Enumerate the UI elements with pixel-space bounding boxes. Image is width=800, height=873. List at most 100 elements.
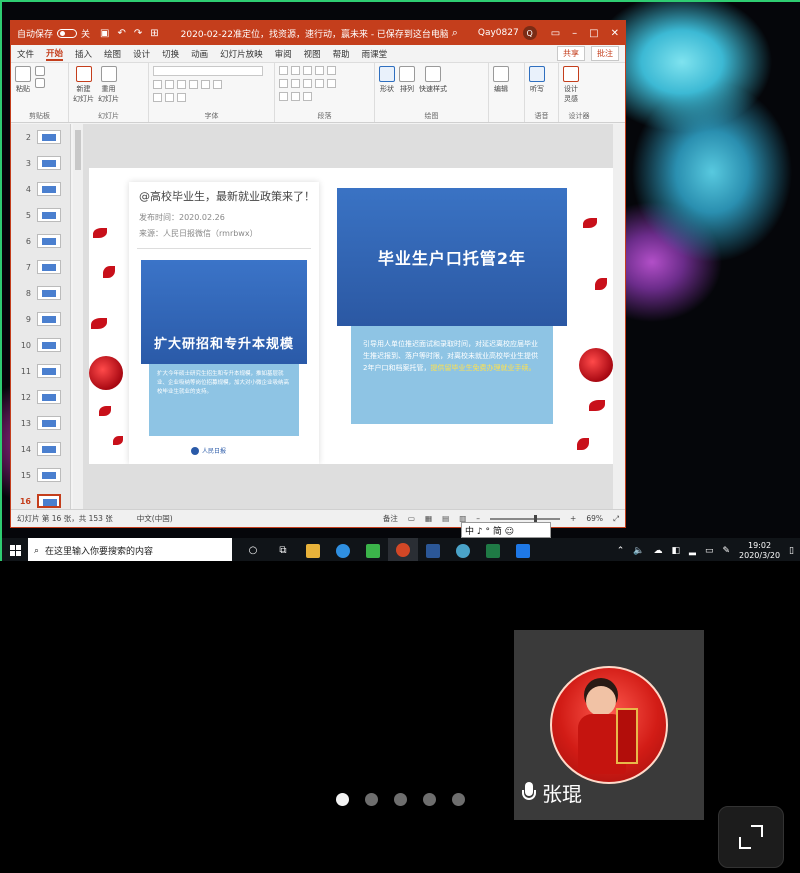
file-explorer-icon[interactable] bbox=[298, 538, 328, 561]
comments-button[interactable]: 批注 bbox=[591, 46, 619, 61]
share-button[interactable]: 共享 bbox=[557, 46, 585, 61]
tab-insert[interactable]: 插入 bbox=[75, 48, 92, 60]
tab-rainclassroom[interactable]: 雨课堂 bbox=[362, 48, 388, 60]
bullets-button[interactable] bbox=[279, 66, 288, 75]
page-dot[interactable] bbox=[423, 793, 436, 806]
slide-scrollbar[interactable] bbox=[613, 124, 625, 509]
task-view-icon[interactable]: ⧉ bbox=[268, 538, 298, 561]
page-dot[interactable] bbox=[365, 793, 378, 806]
highlight-button[interactable] bbox=[165, 93, 174, 102]
cut-icon[interactable] bbox=[35, 66, 45, 76]
slide-thumbnail[interactable]: 11 bbox=[11, 358, 70, 384]
arrange-button[interactable]: 排列 bbox=[399, 66, 415, 94]
undo-icon[interactable]: ↶ bbox=[117, 28, 125, 39]
align-right-button[interactable] bbox=[303, 79, 312, 88]
increase-indent-button[interactable] bbox=[315, 66, 324, 75]
spacing-button[interactable] bbox=[213, 80, 222, 89]
clock[interactable]: 19:02 2020/3/20 bbox=[739, 541, 780, 561]
page-dot[interactable] bbox=[452, 793, 465, 806]
tab-file[interactable]: 文件 bbox=[17, 48, 34, 60]
slide-thumbnail[interactable]: 3 bbox=[11, 150, 70, 176]
zoom-level[interactable]: 69% bbox=[586, 514, 603, 523]
slide-thumbnail[interactable]: 15 bbox=[11, 462, 70, 488]
thumbnail-scrollbar[interactable] bbox=[73, 124, 83, 509]
bold-button[interactable] bbox=[153, 80, 162, 89]
zoom-slider[interactable] bbox=[490, 514, 561, 523]
slide-thumbnail[interactable]: 2 bbox=[11, 124, 70, 150]
slide-thumbnail[interactable]: 12 bbox=[11, 384, 70, 410]
copy-icon[interactable] bbox=[35, 78, 45, 88]
account-area[interactable]: Qay0827 Q bbox=[478, 26, 537, 40]
start-button[interactable] bbox=[2, 545, 28, 556]
present-icon[interactable]: ⊞ bbox=[150, 28, 158, 39]
page-dot[interactable] bbox=[336, 793, 349, 806]
editing-button[interactable]: 编辑 bbox=[493, 66, 509, 94]
slide-thumbnail[interactable]: 5 bbox=[11, 202, 70, 228]
font-color-button[interactable] bbox=[153, 93, 162, 102]
quick-styles-button[interactable]: 快速样式 bbox=[419, 66, 447, 94]
redo-icon[interactable]: ↷ bbox=[134, 28, 142, 39]
excel-icon[interactable] bbox=[478, 538, 508, 561]
battery-icon[interactable]: ▭ bbox=[705, 546, 714, 556]
zoom-in-icon[interactable]: + bbox=[570, 514, 576, 523]
tab-animations[interactable]: 动画 bbox=[191, 48, 208, 60]
slide-thumbnail[interactable]: 16 bbox=[11, 488, 70, 509]
participant-tile[interactable]: 张琨 bbox=[514, 630, 704, 820]
slide-thumbnail[interactable]: 7 bbox=[11, 254, 70, 280]
line-spacing-button[interactable] bbox=[327, 66, 336, 75]
slide-thumbnail[interactable]: 10 bbox=[11, 332, 70, 358]
dictate-button[interactable]: 听写 bbox=[529, 66, 545, 94]
slide-thumbnail[interactable]: 8 bbox=[11, 280, 70, 306]
wechat-icon[interactable] bbox=[358, 538, 388, 561]
tab-draw[interactable]: 绘图 bbox=[104, 48, 121, 60]
slide-thumbnail-pane[interactable]: 234567891011121314151617 bbox=[11, 124, 71, 509]
sorter-view-icon[interactable]: ▦ bbox=[425, 514, 432, 523]
text-effect-button[interactable] bbox=[177, 93, 186, 102]
slide-thumbnail[interactable]: 4 bbox=[11, 176, 70, 202]
tencent-meeting-icon[interactable] bbox=[508, 538, 538, 561]
slide-thumbnail[interactable]: 13 bbox=[11, 410, 70, 436]
normal-view-icon[interactable]: ▭ bbox=[408, 514, 415, 523]
strikethrough-button[interactable] bbox=[189, 80, 198, 89]
volume-icon[interactable]: 🔈 bbox=[633, 546, 644, 556]
pen-icon[interactable]: ✎ bbox=[722, 546, 730, 556]
network-icon[interactable]: ▂ bbox=[689, 546, 696, 556]
tab-transitions[interactable]: 切换 bbox=[162, 48, 179, 60]
maximize-icon[interactable]: □ bbox=[589, 28, 598, 39]
decrease-indent-button[interactable] bbox=[303, 66, 312, 75]
shapes-button[interactable]: 形状 bbox=[379, 66, 395, 94]
columns-button[interactable] bbox=[327, 79, 336, 88]
reading-view-icon[interactable]: ▤ bbox=[442, 514, 449, 523]
italic-button[interactable] bbox=[165, 80, 174, 89]
taskbar-search[interactable]: ⌕ 在这里输入你要搜索的内容 bbox=[28, 538, 232, 561]
fullscreen-button[interactable] bbox=[718, 806, 784, 868]
align-text-button[interactable] bbox=[291, 92, 300, 101]
numbering-button[interactable] bbox=[291, 66, 300, 75]
edge-icon[interactable] bbox=[328, 538, 358, 561]
tab-view[interactable]: 视图 bbox=[304, 48, 321, 60]
shadow-button[interactable] bbox=[201, 80, 210, 89]
align-center-button[interactable] bbox=[291, 79, 300, 88]
justify-button[interactable] bbox=[315, 79, 324, 88]
underline-button[interactable] bbox=[177, 80, 186, 89]
align-left-button[interactable] bbox=[279, 79, 288, 88]
search-icon[interactable]: ⌕ bbox=[452, 26, 458, 40]
minimize-icon[interactable]: – bbox=[572, 28, 577, 39]
text-direction-button[interactable] bbox=[279, 92, 288, 101]
slide-thumbnail[interactable]: 9 bbox=[11, 306, 70, 332]
scrollbar-thumb[interactable] bbox=[75, 130, 81, 170]
tab-home[interactable]: 开始 bbox=[46, 47, 64, 61]
chevron-up-icon[interactable]: ⌃ bbox=[617, 546, 625, 556]
tab-review[interactable]: 审阅 bbox=[275, 48, 292, 60]
notification-icon[interactable]: ▯ bbox=[789, 546, 794, 556]
chrome-icon[interactable] bbox=[448, 538, 478, 561]
autosave-toggle[interactable]: 自动保存 关 bbox=[17, 27, 90, 40]
notes-button[interactable]: 备注 bbox=[383, 513, 398, 524]
smartart-button[interactable] bbox=[303, 92, 312, 101]
tab-help[interactable]: 帮助 bbox=[333, 48, 350, 60]
font-name-dropdown[interactable] bbox=[153, 66, 263, 76]
paste-button[interactable]: 粘贴 bbox=[15, 66, 31, 94]
powerpoint-icon[interactable] bbox=[388, 538, 418, 561]
ime-toolbar[interactable]: 中 ♪ ° 简 ☺ bbox=[461, 522, 551, 538]
save-icon[interactable]: ▣ bbox=[100, 28, 109, 39]
